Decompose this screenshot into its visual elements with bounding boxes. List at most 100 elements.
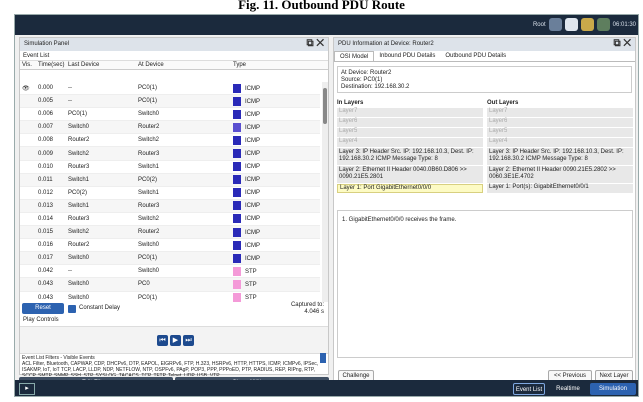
play-icon[interactable]: ▶ [170,335,181,346]
time-cell: 0.005 [38,98,54,105]
type-color-swatch [233,214,241,224]
gear-icon[interactable] [580,18,594,31]
figure-caption: Fig. 11. Outbound PDU Route [238,0,405,12]
type-label: ICMP [245,242,260,249]
simulation-button[interactable]: Simulation [590,383,636,395]
realtime-button[interactable]: Realtime [548,383,588,395]
out-layer-4[interactable]: Layer4 [487,138,633,147]
network-icon[interactable] [564,18,578,31]
event-row[interactable]: 0.011 Switch1 PC0(2) ICMP [20,173,320,187]
expand-icon[interactable]: ▸ [19,383,35,395]
source: Source: PC0(1) [341,77,383,83]
in-layer-5[interactable]: Layer5 [337,128,483,137]
event-row[interactable]: 0.012 PC0(2) Switch1 ICMP [20,187,320,200]
col-vis[interactable]: Vis. [20,62,34,69]
in-layer-6[interactable]: Layer6 [337,118,483,127]
event-row[interactable]: 0.013 Switch1 Router3 ICMP [20,199,320,213]
at-device-cell: Switch2 [138,215,160,222]
at-device-cell: Router2 [138,229,160,236]
type-color-swatch [233,149,241,159]
event-row[interactable]: 0.006 PC0(1) Switch0 ICMP [20,108,320,122]
event-row[interactable]: 0.010 Router3 Switch1 ICMP [20,161,320,174]
play-controls: ⏮ ▶ ⏭ [20,326,328,363]
layer-detail: 1. GigabitEthernet0/0/0 receives the fra… [337,210,633,358]
play-controls-label: Play Controls [23,317,59,323]
col-time[interactable]: Time(sec) [34,62,68,69]
out-layer-2[interactable]: Layer 2: Ethernet II Header 0090.21E5.28… [487,166,633,183]
time-cell: 0.008 [38,137,54,144]
event-list-button[interactable]: Event List [513,383,545,395]
at-device-cell: Switch1 [138,163,160,170]
last-device-cell: Router2 [68,242,90,249]
bottom-bar: ▸ Event List Realtime Simulation [15,380,638,396]
out-layer-7[interactable]: Layer7 [487,108,633,117]
in-layer-3[interactable]: Layer 3: IP Header Src. IP: 192.168.10.3… [337,148,483,165]
event-row[interactable]: 0.015 Switch2 Router2 ICMP [20,226,320,240]
out-layer-5[interactable]: Layer5 [487,128,633,137]
in-layer-1[interactable]: Layer 1: Port GigabitEthernet0/0/0 [337,184,483,193]
pdu-close-icon[interactable]: ⧉ ✕ [613,38,631,49]
tab-outbound-pdu[interactable]: Outbound PDU Details [440,51,511,61]
type-color-swatch [233,96,241,106]
filters-text: ACL Filter, Bluetooth, CAPWAP, CDP, DHCP… [22,361,319,376]
event-row[interactable]: 👁 0.000 -- PC0(1) ICMP [20,82,320,96]
at-device-cell: Switch1 [138,189,160,196]
out-layer-1[interactable]: Layer 1: Port(s): GigabitEthernet0/0/1 [487,184,633,193]
out-layers: Out Layers Layer7 Layer6 Layer5 Layer4 Layer… [487,100,633,194]
type-cell: ICMP [233,96,293,106]
event-row[interactable]: 0.042 -- Switch0 STP [20,265,320,279]
type-cell: ICMP [233,122,293,132]
tab-inbound-pdu[interactable]: Inbound PDU Details [374,51,440,61]
time-cell: 0.042 [38,268,54,275]
event-row[interactable]: 0.017 Switch0 PC0(1) ICMP [20,252,320,266]
event-row[interactable]: 0.007 Switch0 Router2 ICMP [20,121,320,135]
in-layer-7[interactable]: Layer7 [337,108,483,117]
event-row[interactable]: 0.016 Router2 Switch0 ICMP [20,239,320,253]
type-label: ICMP [245,85,260,92]
event-list-scrollbar[interactable] [322,82,328,302]
camera-icon[interactable] [548,18,562,31]
event-row[interactable]: 0.014 Router3 Switch2 ICMP [20,213,320,227]
tab-osi-model[interactable]: OSI Model [334,51,375,61]
event-row[interactable]: 0.043 Switch0 PC0 STP [20,278,320,292]
type-cell: ICMP [233,175,293,185]
constant-delay-checkbox[interactable] [68,305,76,313]
last-device-cell: Switch0 [68,294,90,301]
at-device-cell: Switch0 [138,111,160,118]
last-device-cell: -- [68,98,72,105]
scroll-thumb[interactable] [323,88,327,124]
col-last-device[interactable]: Last Device [68,62,138,69]
type-cell: ICMP [233,227,293,237]
col-at-device[interactable]: At Device [138,62,233,69]
event-list: 👁 0.000 -- PC0(1) ICMP 0.005 -- PC0(1) ICMP 0.006… [20,82,320,302]
type-color-swatch [233,293,241,302]
type-label: ICMP [245,124,260,131]
simulation-panel-header: Simulation Panel ⧉ ✕ [20,38,328,51]
col-type[interactable]: Type [233,62,293,69]
type-color-swatch [233,162,241,172]
in-layer-2[interactable]: Layer 2: Ethernet II Header 0040.0B60.D8… [337,166,483,183]
event-row[interactable]: 0.005 -- PC0(1) ICMP [20,95,320,109]
type-label: ICMP [245,98,260,105]
last-device-cell: Router3 [68,215,90,222]
out-layer-6[interactable]: Layer6 [487,118,633,127]
event-row[interactable]: 0.008 Router2 Switch2 ICMP [20,134,320,148]
type-label: ICMP [245,111,260,118]
type-color-swatch [233,240,241,250]
out-layer-3[interactable]: Layer 3: IP Header Src. IP: 192.168.10.3… [487,148,633,165]
forward-icon[interactable]: ⏭ [183,335,194,346]
reset-simulation-button[interactable]: Reset Simulation [22,303,64,322]
type-cell: ICMP [233,109,293,119]
type-cell: ICMP [233,253,293,263]
clock-icon [596,18,610,31]
event-row[interactable]: 0.009 Switch2 Router3 ICMP [20,147,320,161]
panel-close-icon[interactable]: ⧉ ✕ [306,38,324,49]
back-icon[interactable]: ⏮ [157,335,168,346]
simulation-panel-title: Simulation Panel [24,41,70,47]
last-device-cell: Switch0 [68,255,90,262]
time-cell: 0.010 [38,163,54,170]
in-layer-4[interactable]: Layer4 [337,138,483,147]
event-row[interactable]: 0.043 Switch0 PC0(1) STP [20,292,320,302]
last-device-cell: Switch0 [68,281,90,288]
time-cell: 0.013 [38,202,54,209]
